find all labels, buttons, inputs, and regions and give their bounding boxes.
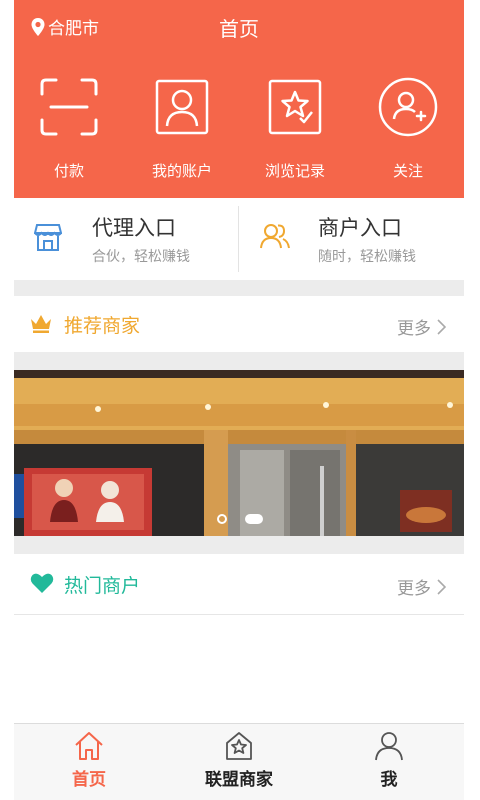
agent-entry-title: 代理入口 bbox=[92, 216, 176, 240]
bottom-tab-bar: 首页 联盟商家 我 bbox=[14, 723, 464, 800]
section-gap bbox=[14, 536, 464, 554]
follow-label: 关注 bbox=[392, 162, 423, 180]
merchant-entry[interactable]: 商户入口 随时，轻松赚钱 bbox=[240, 198, 464, 280]
agent-entry[interactable]: 代理入口 合伙，轻松赚钱 bbox=[14, 198, 238, 280]
tab-alliance-label: 联盟商家 bbox=[205, 770, 273, 790]
chevron-right-icon bbox=[437, 318, 446, 335]
tab-home-label: 首页 bbox=[72, 770, 106, 790]
entry-panel: 代理入口 合伙，轻松赚钱 商户入口 随时，轻松赚钱 bbox=[14, 198, 464, 280]
account-icon bbox=[155, 79, 209, 135]
tab-me-label: 我 bbox=[380, 770, 398, 790]
recommended-merchants-header: 推荐商家 更多 bbox=[14, 296, 464, 352]
home-icon bbox=[75, 732, 103, 760]
profile-icon bbox=[375, 732, 403, 761]
store-icon bbox=[34, 224, 62, 251]
recommended-title: 推荐商家 bbox=[64, 315, 141, 337]
section-gap bbox=[14, 280, 464, 296]
section-divider bbox=[14, 614, 464, 615]
carousel-indicator-2-active[interactable] bbox=[245, 514, 263, 524]
alliance-merchant-icon bbox=[226, 732, 252, 760]
heart-icon bbox=[30, 573, 54, 593]
merchant-users-icon bbox=[260, 224, 290, 249]
agent-entry-subtitle: 合伙，轻松赚钱 bbox=[92, 249, 190, 265]
follow-button[interactable]: 关注 bbox=[363, 76, 453, 186]
browse-history-button[interactable]: 浏览记录 bbox=[250, 76, 340, 186]
my-account-label: 我的账户 bbox=[151, 162, 212, 180]
tab-me[interactable]: 我 bbox=[314, 724, 464, 800]
pay-label: 付款 bbox=[53, 162, 84, 180]
app-screen: 合肥市 首页 付款 我的账户 浏览记录 关注 代理入口 合伙，轻松赚钱 商户入口… bbox=[14, 0, 464, 800]
hot-more-link[interactable]: 更多 bbox=[397, 574, 446, 599]
browse-history-label: 浏览记录 bbox=[264, 162, 325, 180]
banner-storefront-image bbox=[14, 370, 464, 536]
tab-home[interactable]: 首页 bbox=[14, 724, 164, 800]
page-title: 首页 bbox=[219, 17, 259, 41]
crown-icon bbox=[31, 315, 51, 333]
scan-icon bbox=[40, 78, 98, 136]
promo-banner[interactable] bbox=[14, 370, 464, 536]
follow-icon bbox=[378, 77, 438, 137]
section-gap bbox=[14, 352, 464, 370]
chevron-right-icon bbox=[437, 578, 446, 595]
hot-merchants-title: 热门商户 bbox=[64, 575, 141, 597]
merchant-entry-title: 商户入口 bbox=[318, 216, 402, 240]
my-account-button[interactable]: 我的账户 bbox=[137, 76, 227, 186]
pay-button[interactable]: 付款 bbox=[24, 76, 114, 186]
hot-more-label: 更多 bbox=[397, 579, 431, 599]
home-header: 合肥市 首页 付款 我的账户 浏览记录 关注 bbox=[14, 0, 464, 198]
recommended-more-link[interactable]: 更多 bbox=[397, 314, 446, 339]
recommended-more-label: 更多 bbox=[397, 319, 431, 339]
merchant-entry-subtitle: 随时，轻松赚钱 bbox=[318, 249, 416, 265]
entry-divider bbox=[238, 206, 239, 272]
carousel-indicator-1[interactable] bbox=[217, 514, 227, 524]
browse-history-icon bbox=[268, 79, 322, 135]
hot-merchants-header: 热门商户 更多 bbox=[14, 554, 464, 614]
tab-alliance-merchants[interactable]: 联盟商家 bbox=[164, 724, 314, 800]
